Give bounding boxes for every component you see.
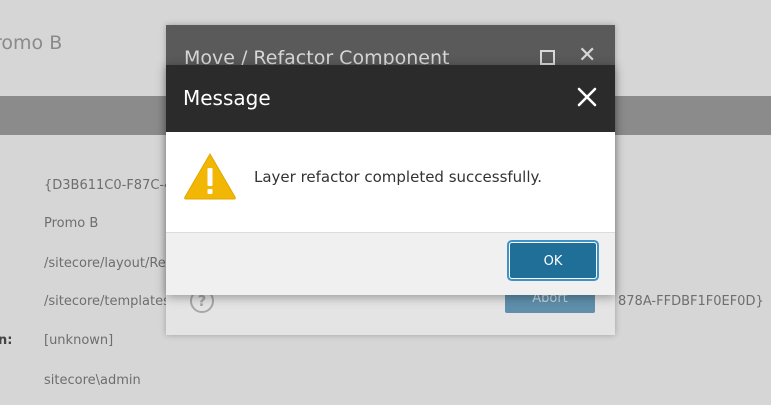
message-body: Layer refactor completed successfully. bbox=[166, 132, 615, 233]
field-label: n: bbox=[0, 333, 13, 348]
field-id-tail: 878A-FFDBF1F0EF0D} bbox=[618, 294, 764, 309]
outer-dialog-header: Move / Refactor Component ✕ bbox=[166, 25, 615, 69]
message-footer: OK bbox=[166, 233, 615, 295]
field-unknown: [unknown] bbox=[44, 333, 114, 348]
field-template-path: /sitecore/templates bbox=[44, 294, 170, 309]
field-name: Promo B bbox=[44, 216, 99, 231]
message-text: Layer refactor completed successfully. bbox=[254, 168, 543, 186]
close-icon[interactable]: ✕ bbox=[578, 45, 596, 67]
field-id: {D3B611C0-F87C-49 bbox=[44, 178, 181, 193]
message-dialog: Message Layer refactor completed success… bbox=[166, 65, 615, 295]
message-dialog-title: Message bbox=[183, 86, 271, 110]
page-title: romo B bbox=[0, 32, 63, 54]
maximize-icon[interactable] bbox=[540, 50, 555, 65]
ok-button[interactable]: OK bbox=[510, 243, 596, 278]
close-icon[interactable] bbox=[575, 85, 599, 109]
field-layout-path: /sitecore/layout/Re bbox=[44, 256, 166, 271]
warning-icon bbox=[184, 153, 236, 200]
message-dialog-header: Message bbox=[166, 65, 615, 132]
field-user: sitecore\admin bbox=[44, 373, 141, 388]
